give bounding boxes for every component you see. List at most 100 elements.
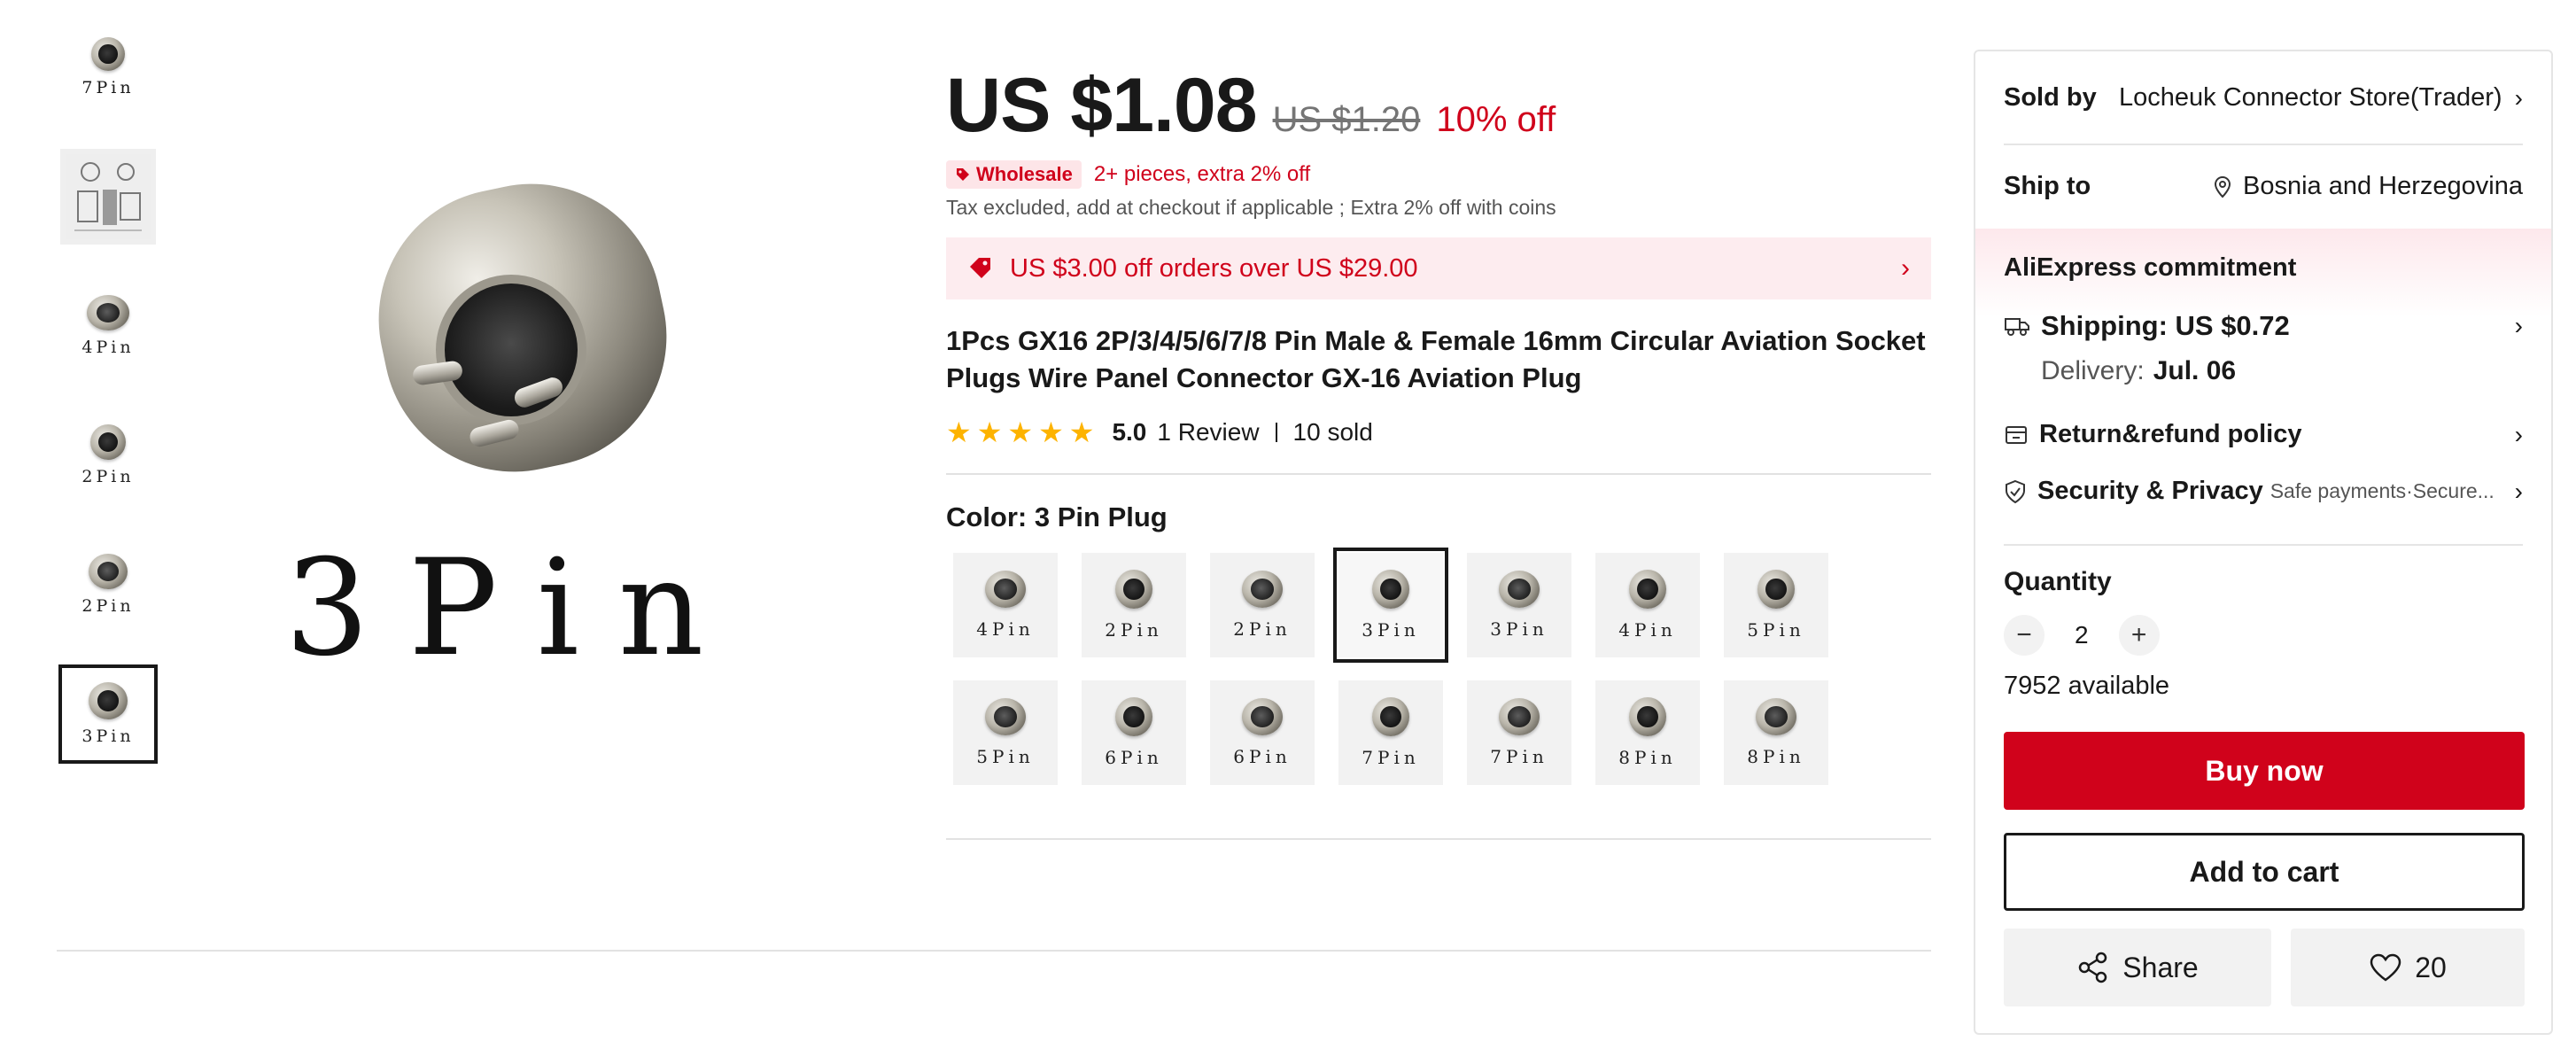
wishlist-button[interactable]: 20 bbox=[2291, 929, 2525, 1006]
star-rating: ★ ★ ★ ★ ★ bbox=[946, 418, 1094, 447]
main-product-image[interactable]: 3Pin bbox=[266, 142, 957, 709]
connector-image bbox=[985, 571, 1026, 608]
commitment-heading-row: AliExpress commitment bbox=[2004, 253, 2523, 283]
wholesale-text: 2+ pieces, extra 2% off bbox=[1093, 162, 1311, 186]
connector-image bbox=[1115, 697, 1152, 736]
rating-row: ★ ★ ★ ★ ★ 5.0 1 Review 10 sold bbox=[946, 418, 1931, 447]
color-swatch[interactable]: 3Pin bbox=[1467, 553, 1571, 657]
swatch-caption: 4Pin bbox=[1618, 619, 1677, 641]
color-swatch[interactable]: 3Pin bbox=[1333, 548, 1448, 663]
swatch-caption: 2Pin bbox=[1105, 619, 1163, 641]
color-swatch[interactable]: 7Pin bbox=[1338, 680, 1443, 785]
ship-to-label: Ship to bbox=[2004, 172, 2091, 200]
connector-image bbox=[89, 682, 128, 719]
buy-now-button[interactable]: Buy now bbox=[2004, 732, 2525, 810]
divider bbox=[57, 950, 1931, 952]
refund-policy-label: Return&refund policy bbox=[2039, 420, 2302, 448]
swatch-caption: 7Pin bbox=[1490, 746, 1548, 767]
share-button[interactable]: Share bbox=[2004, 929, 2271, 1006]
chevron-right-icon: › bbox=[1901, 253, 1910, 283]
star-icon: ★ bbox=[1007, 416, 1034, 448]
swatch-caption: 6Pin bbox=[1233, 746, 1292, 767]
thumbnail-5[interactable]: 3Pin bbox=[58, 664, 158, 764]
wholesale-row: Wholesale 2+ pieces, extra 2% off bbox=[946, 160, 1931, 189]
thumbnail-caption: 7Pin bbox=[81, 78, 135, 97]
divider bbox=[1275, 423, 1277, 442]
color-swatch[interactable]: 4Pin bbox=[1595, 553, 1700, 657]
return-box-icon bbox=[2006, 425, 2027, 444]
chevron-right-icon: › bbox=[2514, 477, 2523, 505]
quantity-value[interactable]: 2 bbox=[2075, 621, 2089, 649]
dimension-diagram-image bbox=[66, 154, 151, 239]
connector-image bbox=[1499, 571, 1540, 608]
color-swatch[interactable]: 5Pin bbox=[953, 680, 1058, 785]
star-icon: ★ bbox=[1068, 416, 1095, 448]
current-price: US $1.08 bbox=[946, 63, 1258, 148]
swatch-caption: 8Pin bbox=[1747, 746, 1805, 767]
thumbnail-0[interactable]: 7Pin bbox=[60, 27, 156, 97]
color-swatch[interactable]: 8Pin bbox=[1724, 680, 1828, 785]
color-swatch[interactable]: 8Pin bbox=[1595, 680, 1700, 785]
share-label: Share bbox=[2122, 951, 2199, 983]
shipping-cost: Shipping: US $0.72 bbox=[2041, 310, 2290, 341]
security-subtext: Safe payments·Secure... bbox=[2270, 479, 2495, 502]
product-info: US $1.08 US $1.20 10% off Wholesale 2+ p… bbox=[946, 62, 1931, 840]
connector-image bbox=[354, 159, 691, 496]
coupon-text: US $3.00 off orders over US $29.00 bbox=[1010, 253, 1418, 283]
swatch-caption: 3Pin bbox=[1490, 618, 1548, 640]
reviews-link[interactable]: 1 Review bbox=[1157, 418, 1259, 447]
color-swatch[interactable]: 5Pin bbox=[1724, 553, 1828, 657]
available-count: 7952 available bbox=[2004, 672, 2170, 700]
truck-icon bbox=[2005, 318, 2029, 336]
thumbnail-2[interactable]: 4Pin bbox=[60, 278, 156, 374]
connector-image bbox=[1757, 570, 1795, 609]
rating-score: 5.0 bbox=[1112, 418, 1147, 446]
star-icon: ★ bbox=[1038, 416, 1064, 448]
star-icon: ★ bbox=[976, 416, 1003, 448]
security-row[interactable]: Security & Privacy Safe payments·Secure.… bbox=[2004, 477, 2523, 506]
sold-by-label: Sold by bbox=[2004, 83, 2097, 112]
color-swatches: 4Pin 2Pin 2Pin 3Pin 3Pin 4Pin 5Pin 5Pin 6Pin 6Pin… bbox=[946, 548, 1931, 785]
connector-image bbox=[1629, 570, 1666, 609]
connector-image bbox=[1242, 698, 1283, 735]
wholesale-badge: Wholesale bbox=[946, 160, 1082, 189]
delivery-row: Delivery: Jul. 06 bbox=[2041, 356, 2523, 386]
purchase-panel: Sold by Locheuk Connector Store(Trader) … bbox=[1974, 50, 2553, 1035]
swatch-caption: 4Pin bbox=[976, 618, 1035, 640]
thumbnail-1[interactable] bbox=[60, 149, 156, 245]
connector-image bbox=[90, 424, 126, 460]
color-swatch[interactable]: 2Pin bbox=[1082, 553, 1186, 657]
wishlist-count: 20 bbox=[2415, 951, 2447, 983]
increase-quantity-button[interactable]: + bbox=[2118, 615, 2160, 656]
price-row: US $1.08 US $1.20 10% off bbox=[946, 62, 1931, 150]
color-swatch[interactable]: 6Pin bbox=[1082, 680, 1186, 785]
color-swatch[interactable]: 7Pin bbox=[1467, 680, 1571, 785]
quantity-label: Quantity bbox=[2004, 567, 2112, 596]
color-swatch[interactable]: 2Pin bbox=[1210, 553, 1315, 657]
security-label: Security & Privacy bbox=[2037, 477, 2263, 505]
swatch-caption: 5Pin bbox=[976, 746, 1035, 767]
ship-to-value-group: Bosnia and Herzegovina bbox=[2213, 172, 2523, 201]
decrease-quantity-button[interactable]: − bbox=[2004, 615, 2045, 656]
shipping-row[interactable]: Shipping: US $0.72 › bbox=[2004, 310, 2523, 342]
color-swatch[interactable]: 6Pin bbox=[1210, 680, 1315, 785]
ship-to-row[interactable]: Ship to Bosnia and Herzegovina bbox=[2004, 172, 2523, 201]
thumbnail-4[interactable]: 2Pin bbox=[60, 537, 156, 633]
connector-image bbox=[985, 698, 1026, 735]
commitment-heading: AliExpress commitment bbox=[2004, 253, 2297, 282]
shield-icon bbox=[2006, 479, 2025, 503]
add-to-cart-button[interactable]: Add to cart bbox=[2004, 833, 2525, 911]
store-name[interactable]: Locheuk Connector Store(Trader) bbox=[2119, 83, 2502, 113]
refund-policy-row[interactable]: Return&refund policy › bbox=[2004, 420, 2523, 449]
sold-count: 10 sold bbox=[1292, 418, 1373, 446]
tag-icon bbox=[957, 168, 969, 181]
color-swatch[interactable]: 4Pin bbox=[953, 553, 1058, 657]
coupon-banner[interactable]: US $3.00 off orders over US $29.00 › bbox=[946, 237, 1931, 299]
delivery-date: Jul. 06 bbox=[2153, 356, 2237, 385]
sold-by-row[interactable]: Sold by Locheuk Connector Store(Trader) … bbox=[2004, 83, 2523, 113]
swatch-caption: 5Pin bbox=[1747, 619, 1805, 641]
thumbnail-3[interactable]: 2Pin bbox=[60, 408, 156, 503]
tax-note: Tax excluded, add at checkout if applica… bbox=[946, 196, 1556, 219]
location-pin-icon bbox=[2215, 175, 2231, 198]
connector-image bbox=[1115, 570, 1152, 609]
